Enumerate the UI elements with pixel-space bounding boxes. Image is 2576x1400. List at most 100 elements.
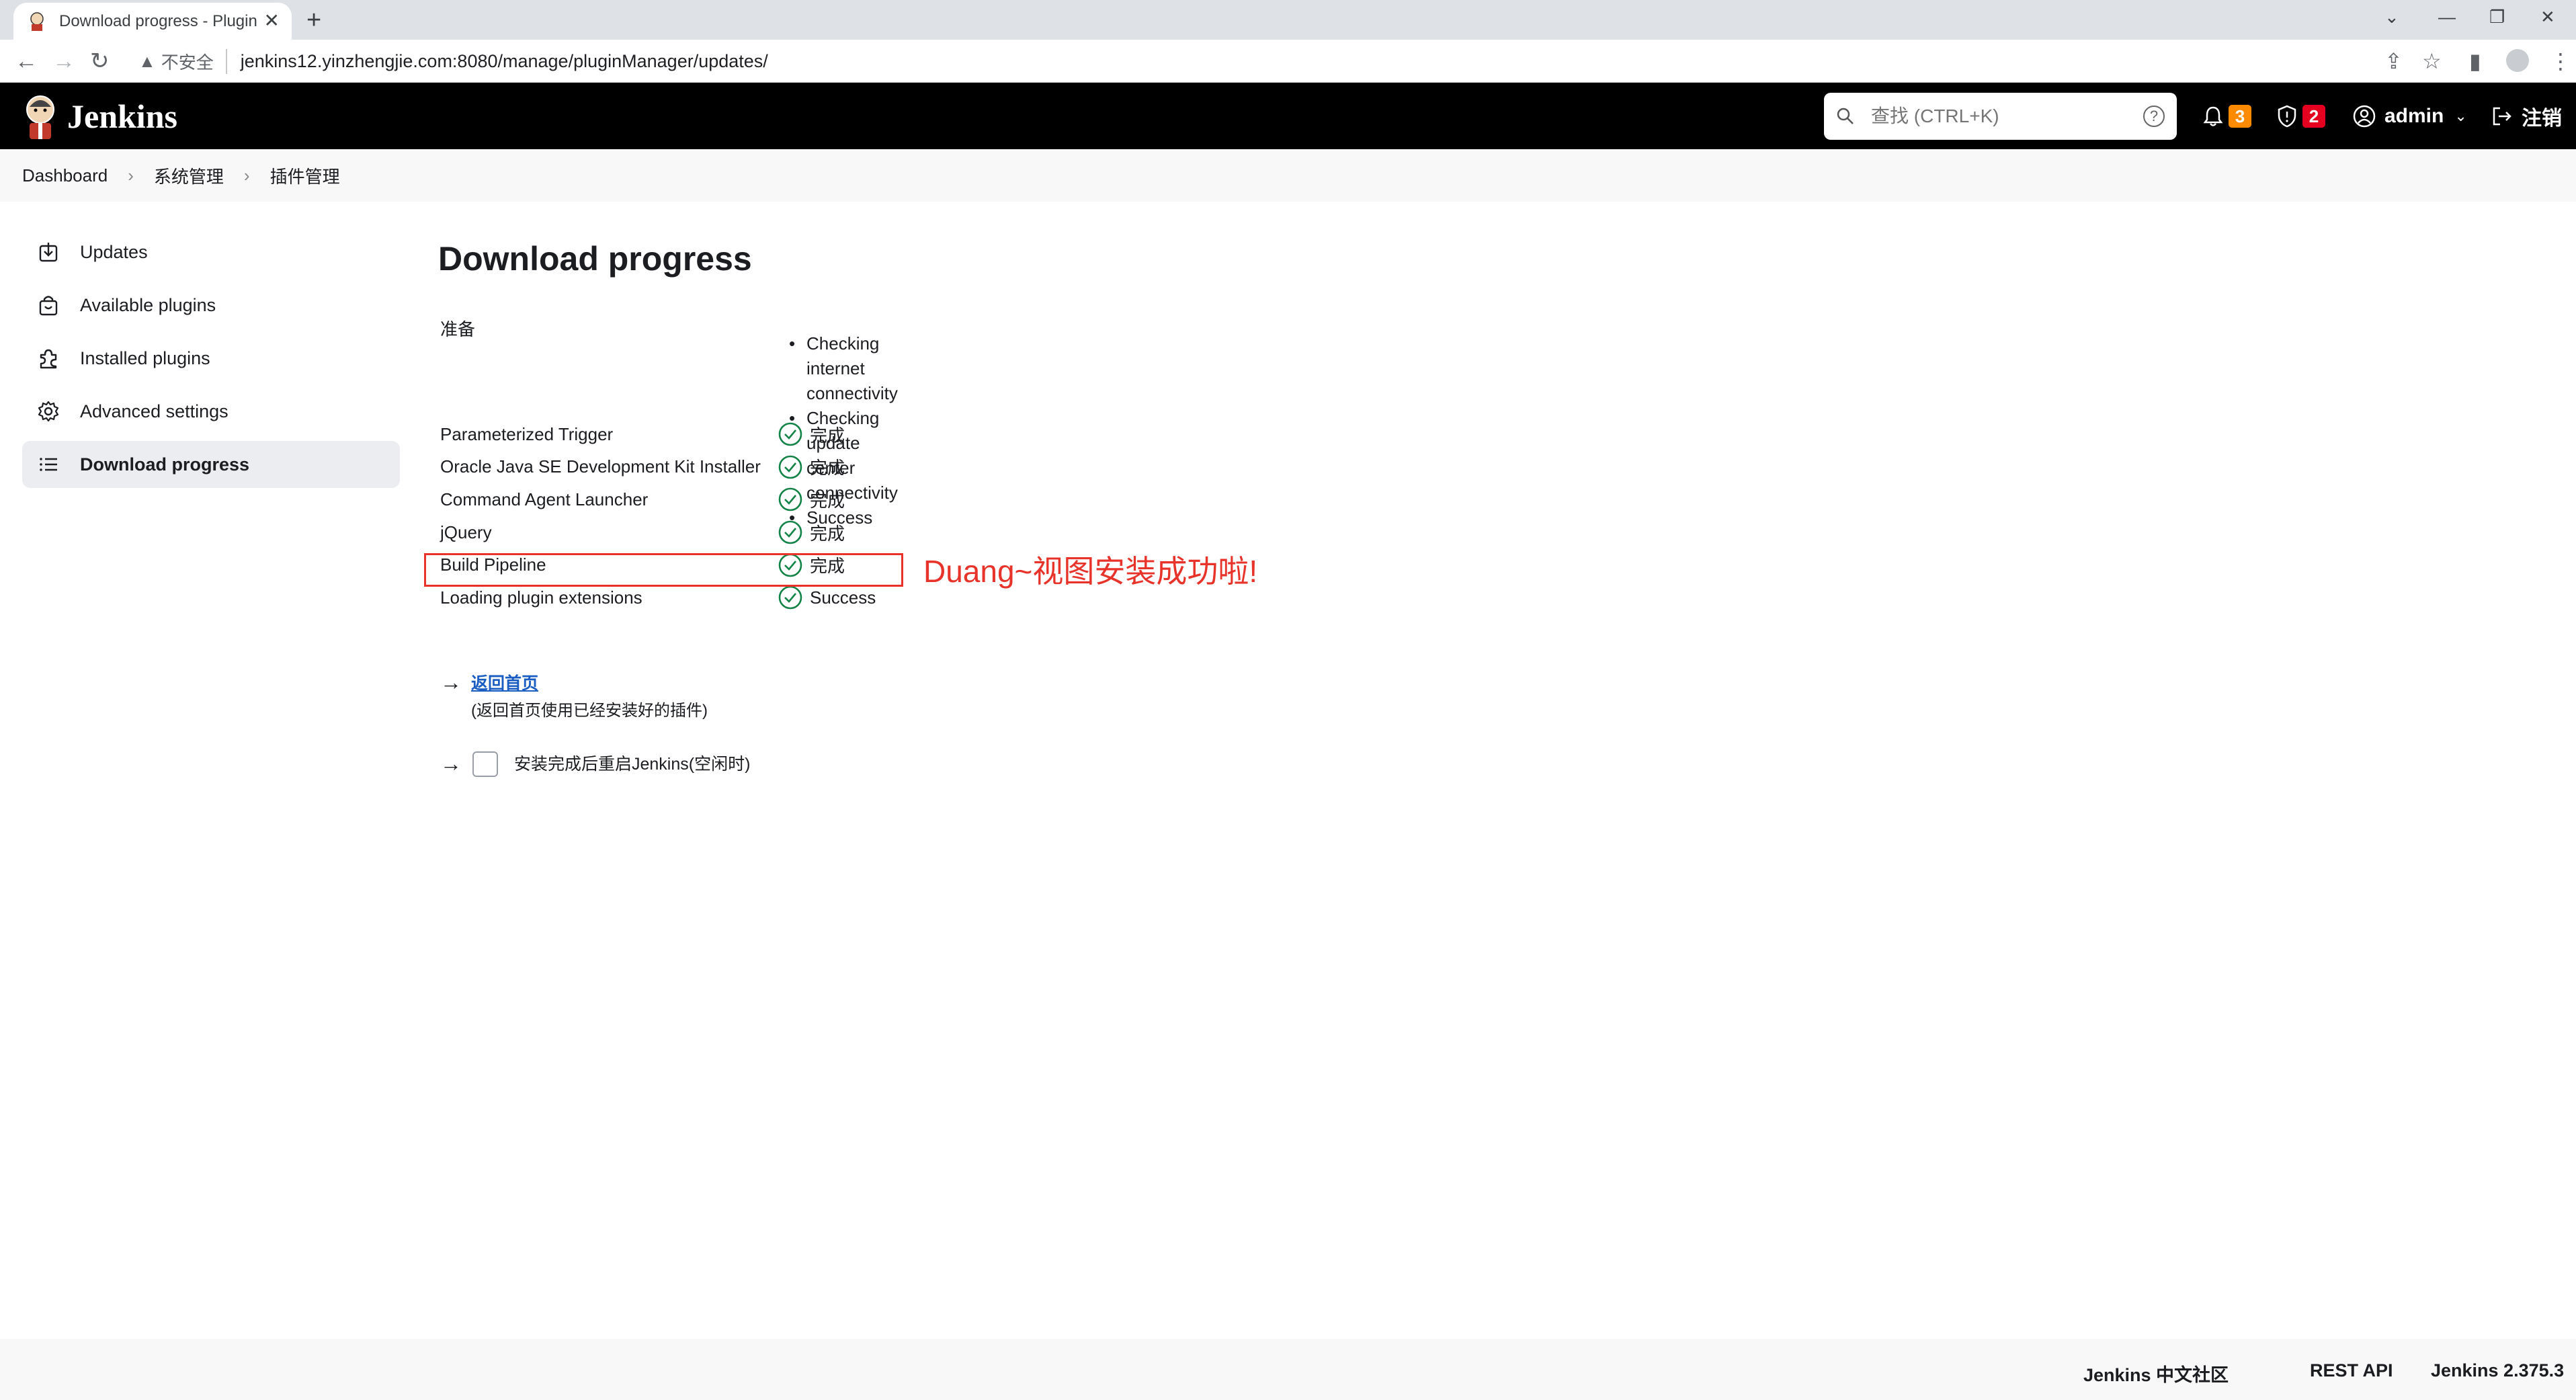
table-row: Oracle Java SE Development Kit Installer… xyxy=(440,451,876,484)
browser-tab[interactable]: Download progress - Plugin M ✕ xyxy=(13,3,292,40)
tab-close-icon[interactable]: ✕ xyxy=(264,11,280,31)
go-home-description: (返回首页使用已经安装好的插件) xyxy=(471,702,708,720)
breadcrumb-separator-icon: › xyxy=(243,165,250,186)
check-circle-icon xyxy=(778,585,802,610)
reload-icon[interactable]: ↻ xyxy=(90,48,110,75)
status-text: 完成 xyxy=(810,458,845,479)
table-row: jQuery 完成 xyxy=(440,516,876,549)
download-icon xyxy=(39,243,58,262)
sidebar-item-label: Updates xyxy=(80,241,148,262)
arrow-right-icon: → xyxy=(440,670,462,694)
plugin-name: Oracle Java SE Development Kit Installer xyxy=(440,456,761,477)
page-title: Download progress xyxy=(438,240,752,278)
breadcrumb-plugin-manager[interactable]: 插件管理 xyxy=(270,163,340,188)
status-text: 完成 xyxy=(810,523,845,544)
annotation-highlight-box xyxy=(424,553,903,587)
restore-icon[interactable]: ❐ xyxy=(2489,5,2505,28)
browser-toolbar: ← → ↻ ▲ 不安全 jenkins12.yinzhengjie.com:80… xyxy=(0,40,2576,83)
jenkins-logo-icon[interactable] xyxy=(20,92,60,140)
sidebar-item-installed-plugins[interactable]: Installed plugins xyxy=(22,335,400,382)
url-text[interactable]: jenkins12.yinzhengjie.com:8080/manage/pl… xyxy=(241,51,768,72)
restart-label[interactable]: 安装完成后重启Jenkins(空闲时) xyxy=(514,751,750,777)
browser-menu-icon[interactable]: ⋮ xyxy=(2550,48,2571,75)
plugin-name: Command Agent Launcher xyxy=(440,489,649,509)
sidebar-item-updates[interactable]: Updates xyxy=(22,229,400,276)
user-menu[interactable]: admin ⌄ xyxy=(2352,99,2467,133)
help-icon[interactable]: ? xyxy=(2143,106,2165,127)
search-box[interactable]: ? xyxy=(1824,93,2177,140)
logout-icon xyxy=(2493,107,2511,126)
check-circle-icon xyxy=(778,422,802,446)
bell-icon xyxy=(2203,106,2223,126)
search-icon xyxy=(1837,108,1854,124)
sidebar-item-label: Download progress xyxy=(80,454,250,475)
security-button[interactable]: 2 xyxy=(2276,99,2325,133)
footer-rest-api-link[interactable]: REST API xyxy=(2310,1360,2393,1381)
main-content: Download progress 准备 Checking internet c… xyxy=(438,235,898,610)
breadcrumb-separator-icon: › xyxy=(128,165,134,186)
footer-community-link[interactable]: Jenkins 中文社区 xyxy=(2083,1360,2229,1387)
notifications-button[interactable]: 3 xyxy=(2202,99,2251,133)
close-window-icon[interactable]: ✕ xyxy=(2540,5,2555,28)
sidebar-item-label: Advanced settings xyxy=(80,401,228,421)
breadcrumb-dashboard[interactable]: Dashboard xyxy=(22,165,108,186)
user-icon xyxy=(2353,105,2376,128)
status-text: 完成 xyxy=(810,490,845,511)
side-panel-icon[interactable]: ▮ xyxy=(2469,48,2481,75)
bookmark-star-icon[interactable]: ☆ xyxy=(2422,48,2442,75)
status-text: 完成 xyxy=(810,425,845,446)
sidebar-item-advanced-settings[interactable]: Advanced settings xyxy=(22,388,400,435)
address-bar[interactable]: ▲ 不安全 jenkins12.yinzhengjie.com:8080/man… xyxy=(128,44,2413,79)
chevron-down-icon[interactable]: ⌄ xyxy=(2454,108,2466,125)
logout-label[interactable]: 注销 xyxy=(2522,101,2562,131)
sidebar: Updates Available plugins Installed plug… xyxy=(22,229,400,494)
table-row: Parameterized Trigger 完成 xyxy=(440,418,876,451)
jenkins-brand[interactable]: Jenkins xyxy=(67,96,177,136)
shield-icon xyxy=(2278,105,2296,128)
tab-title: Download progress - Plugin M xyxy=(59,11,261,30)
prep-step: Checking internet connectivity xyxy=(789,331,898,406)
check-circle-icon xyxy=(778,520,802,544)
logout-button[interactable]: 注销 xyxy=(2491,99,2562,133)
prep-label: 准备 xyxy=(440,319,476,339)
username[interactable]: admin xyxy=(2384,105,2444,128)
status-cell: 完成 xyxy=(778,454,845,480)
go-home-link[interactable]: 返回首页 xyxy=(471,674,538,693)
annotation-text: Duang~视图安装成功啦! xyxy=(923,554,1258,589)
gear-icon xyxy=(38,401,59,422)
back-icon[interactable]: ← xyxy=(15,48,38,75)
status-cell: 完成 xyxy=(778,487,845,512)
plugin-name: Parameterized Trigger xyxy=(440,423,614,444)
sidebar-item-label: Available plugins xyxy=(80,294,216,315)
tab-search-icon[interactable]: ⌄ xyxy=(2384,5,2399,28)
profile-avatar-icon[interactable] xyxy=(2506,49,2529,72)
shopping-bag-icon xyxy=(39,296,58,316)
share-icon[interactable]: ⇪ xyxy=(2384,48,2403,75)
check-circle-icon xyxy=(778,488,802,511)
sidebar-item-label: Installed plugins xyxy=(80,347,210,368)
sidebar-item-available-plugins[interactable]: Available plugins xyxy=(22,282,400,329)
new-tab-icon[interactable]: + xyxy=(306,7,321,34)
list-icon xyxy=(40,458,57,471)
footer: Jenkins 中文社区 REST API Jenkins 2.375.3 xyxy=(0,1339,2576,1400)
restart-checkbox[interactable] xyxy=(472,751,498,777)
footer-version[interactable]: Jenkins 2.375.3 xyxy=(2431,1360,2564,1381)
notifications-badge: 3 xyxy=(2229,105,2251,128)
arrow-right-icon: → xyxy=(440,751,462,776)
forward-icon[interactable]: → xyxy=(52,48,75,75)
warning-icon: ▲ xyxy=(138,50,156,71)
restart-row: → 安装完成后重启Jenkins(空闲时) xyxy=(440,751,750,777)
table-row: Command Agent Launcher 完成 xyxy=(440,483,876,516)
breadcrumb-manage[interactable]: 系统管理 xyxy=(154,163,224,188)
sidebar-item-download-progress[interactable]: Download progress xyxy=(22,441,400,488)
status-text: Success xyxy=(810,587,876,608)
plugin-name: Loading plugin extensions xyxy=(440,587,642,608)
minimize-icon[interactable]: — xyxy=(2438,5,2456,28)
security-badge: 2 xyxy=(2302,105,2325,128)
status-cell: 完成 xyxy=(778,421,845,447)
insecure-label[interactable]: 不安全 xyxy=(161,48,227,74)
status-cell: 完成 xyxy=(778,520,845,545)
search-input[interactable] xyxy=(1871,106,2140,127)
status-cell: Success xyxy=(778,585,876,610)
breadcrumb: Dashboard › 系统管理 › 插件管理 xyxy=(0,149,2576,202)
